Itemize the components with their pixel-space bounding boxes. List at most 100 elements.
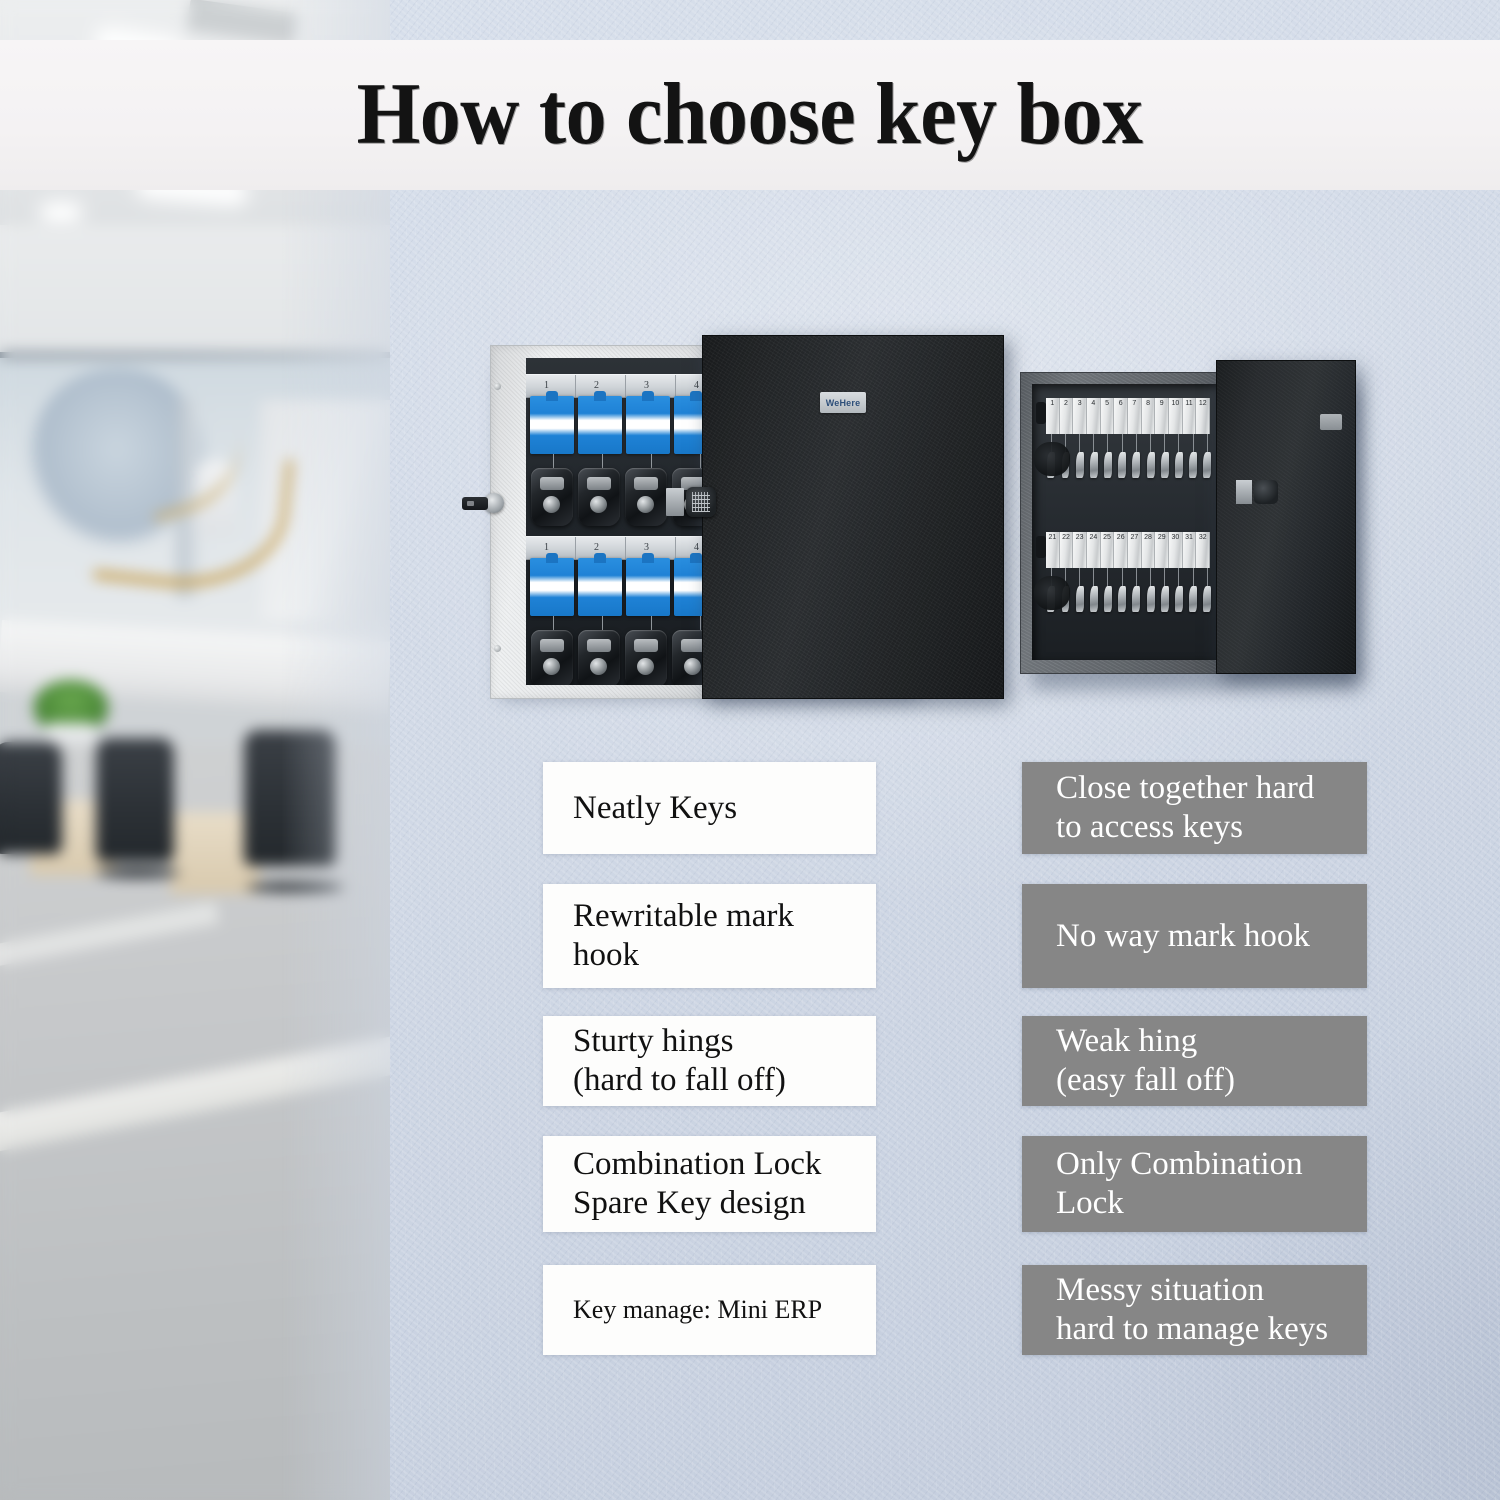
bad-keybox-interior: 1 2 3 4 5 6 7 8 9 10 11 12 21 22 23 24 2…	[1032, 384, 1218, 660]
key-chain	[700, 616, 701, 630]
hanging-key	[1143, 434, 1157, 486]
white-key-tag: 23	[1073, 532, 1088, 568]
hook-divider	[675, 537, 676, 559]
car-key-fob	[531, 630, 573, 685]
con-feature-label: Weak hing (easy fall off)	[1056, 1023, 1235, 1098]
door-texture	[1217, 361, 1355, 673]
hanging-key	[1200, 568, 1214, 620]
white-key-tag: 4	[1087, 398, 1101, 434]
tangled-key-clump	[1034, 576, 1070, 610]
key-chain	[651, 454, 652, 468]
white-tag-row: 1 2 3 4 5 6 7 8 9 10 11 12	[1046, 398, 1211, 434]
door-texture	[703, 336, 1003, 698]
hook-number: 4	[694, 380, 699, 391]
infographic-stage: How to choose key box 1 2 3 4 1 2 3 4 We…	[0, 0, 1500, 1500]
hanging-key	[1186, 434, 1200, 486]
blue-key-tag	[626, 391, 670, 454]
white-key-tag: 25	[1100, 532, 1115, 568]
pro-feature-label: Key manage: Mini ERP	[573, 1294, 823, 1324]
hook-bracket	[1036, 402, 1046, 424]
hook-number: 3	[644, 542, 649, 553]
white-key-tag: 8	[1141, 398, 1156, 434]
lock-plate	[1236, 480, 1252, 504]
pro-feature-label: Sturty hings (hard to fall off)	[573, 1023, 786, 1098]
hanging-key	[1200, 434, 1214, 486]
con-feature-label: Close together hard to access keys	[1056, 770, 1315, 845]
hanging-key	[1172, 434, 1186, 486]
hook-bracket	[1036, 536, 1046, 558]
hook-number: 2	[594, 542, 599, 553]
hook-divider	[625, 375, 626, 397]
pro-feature-label: Neatly Keys	[573, 789, 738, 826]
key-fob-row	[526, 630, 730, 685]
white-key-tag: 30	[1169, 532, 1183, 568]
white-key-tag: 22	[1059, 532, 1074, 568]
combination-dial-grid	[692, 492, 710, 512]
bad-keybox-door	[1216, 360, 1356, 674]
pro-feature-label: Combination Lock Spare Key design	[573, 1146, 822, 1221]
white-key-tag: 3	[1073, 398, 1088, 434]
hook-divider	[575, 537, 576, 559]
hanging-key	[1087, 434, 1101, 486]
hanging-key	[1101, 568, 1115, 620]
car-key-fob	[531, 468, 573, 526]
con-feature-item: Weak hing (easy fall off)	[1022, 1016, 1367, 1106]
con-feature-label: Only Combination Lock	[1056, 1146, 1303, 1221]
key-tag-row	[526, 553, 730, 616]
pro-feature-item: Combination Lock Spare Key design	[543, 1136, 876, 1232]
brand-label: WeHere	[820, 392, 866, 413]
hook-divider	[625, 537, 626, 559]
hanging-key	[1172, 568, 1186, 620]
page-title: How to choose key box	[357, 66, 1143, 163]
hanging-key	[1143, 568, 1157, 620]
white-key-tag: 24	[1087, 532, 1101, 568]
white-key-tag: 29	[1155, 532, 1170, 568]
con-feature-label: No way mark hook	[1056, 917, 1310, 954]
good-keybox: 1 2 3 4 1 2 3 4 WeHere	[462, 335, 1010, 715]
con-feature-item: Messy situation hard to manage keys	[1022, 1265, 1367, 1355]
tangled-key-clump	[1034, 442, 1070, 476]
hanging-key	[1186, 568, 1200, 620]
white-key-tag: 11	[1182, 398, 1197, 434]
spare-key-icon	[462, 497, 488, 510]
blue-key-tag	[530, 553, 574, 616]
blue-key-tag	[626, 553, 670, 616]
hanging-key	[1115, 434, 1129, 486]
con-feature-item: Only Combination Lock	[1022, 1136, 1367, 1232]
white-key-tag: 12	[1196, 398, 1211, 434]
hook-number: 1	[544, 542, 549, 553]
white-key-tag: 26	[1114, 532, 1129, 568]
hanging-key	[1157, 568, 1171, 620]
title-banner: How to choose key box	[0, 40, 1500, 190]
office-background-photo	[0, 0, 390, 1500]
good-keybox-door	[702, 335, 1004, 699]
car-key-fob	[625, 630, 667, 685]
white-key-tag: 10	[1169, 398, 1183, 434]
brand-plate	[1320, 414, 1342, 430]
white-tag-row: 21 22 23 24 25 26 27 28 29 30 31 32	[1046, 532, 1211, 568]
key-chain	[651, 616, 652, 630]
white-key-tag: 5	[1100, 398, 1115, 434]
good-keybox-interior: 1 2 3 4 1 2 3 4	[526, 358, 730, 685]
blue-key-tag	[578, 391, 622, 454]
bad-keybox: 1 2 3 4 5 6 7 8 9 10 11 12 21 22 23 24 2…	[1020, 360, 1370, 692]
hook-number: 4	[694, 542, 699, 553]
pro-feature-item: Rewritable mark hook	[543, 884, 876, 988]
hanging-key	[1129, 568, 1143, 620]
key-tag-row	[526, 391, 730, 454]
car-key-fob	[625, 468, 667, 526]
hanging-key	[1101, 434, 1115, 486]
pro-feature-label: Rewritable mark hook	[573, 898, 794, 973]
con-feature-item: Close together hard to access keys	[1022, 762, 1367, 854]
pro-feature-item: Sturty hings (hard to fall off)	[543, 1016, 876, 1106]
hook-number: 2	[594, 380, 599, 391]
hook-divider	[575, 375, 576, 397]
hook-divider	[675, 375, 676, 397]
white-key-tag: 27	[1128, 532, 1142, 568]
hook-number: 1	[544, 380, 549, 391]
hanging-key	[1072, 568, 1086, 620]
key-chain	[602, 454, 603, 468]
combination-lock-icon	[1254, 480, 1278, 504]
photo-edge-fade	[0, 0, 390, 1500]
hanging-key	[1129, 434, 1143, 486]
